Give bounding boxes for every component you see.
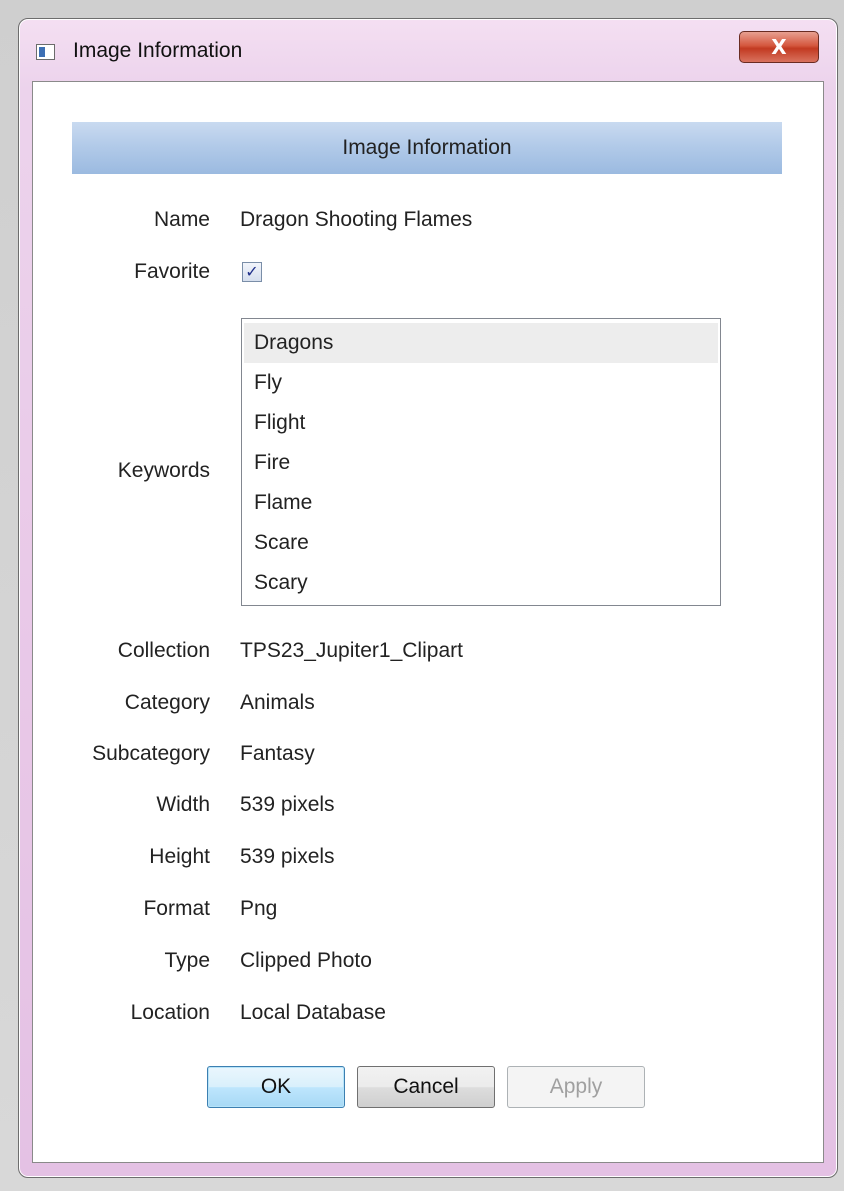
collection-label: Collection	[117, 639, 210, 662]
keyword-item[interactable]: Scare	[244, 523, 718, 563]
favorite-checkbox[interactable]: ✓	[242, 262, 262, 282]
checkmark-icon: ✓	[245, 262, 259, 281]
collection-value: TPS23_Jupiter1_Clipart	[240, 639, 463, 662]
section-header-title: Image Information	[342, 136, 512, 159]
location-value: Local Database	[240, 1001, 386, 1024]
keyword-item[interactable]: Fire	[244, 443, 718, 483]
format-label: Format	[143, 897, 210, 920]
height-label: Height	[149, 845, 210, 868]
cancel-button[interactable]: Cancel	[357, 1066, 495, 1108]
keywords-label: Keywords	[117, 459, 210, 482]
window-app-icon	[36, 44, 55, 60]
category-label: Category	[124, 691, 210, 714]
close-icon: X	[771, 35, 787, 59]
keyword-item[interactable]: Scary	[244, 563, 718, 603]
format-value: Png	[240, 897, 278, 920]
keywords-listbox[interactable]: Dragons Fly Flight Fire Flame Scare Scar…	[241, 318, 721, 606]
name-value: Dragon Shooting Flames	[240, 208, 473, 231]
keyword-item[interactable]: Flight	[244, 403, 718, 443]
type-value: Clipped Photo	[240, 949, 372, 972]
title-bar[interactable]: Image Information X	[19, 19, 837, 83]
height-value: 539 pixels	[240, 845, 335, 868]
width-value: 539 pixels	[240, 793, 335, 816]
apply-button[interactable]: Apply	[507, 1066, 645, 1108]
category-value: Animals	[240, 691, 315, 714]
location-label: Location	[130, 1001, 210, 1024]
subcategory-value: Fantasy	[240, 742, 315, 765]
type-label: Type	[164, 949, 210, 972]
ok-button[interactable]: OK	[207, 1066, 345, 1108]
subcategory-label: Subcategory	[92, 742, 210, 765]
keyword-item[interactable]: Dragons	[244, 323, 718, 363]
window-title: Image Information	[73, 39, 243, 62]
close-button[interactable]: X	[739, 31, 819, 63]
section-header: Image Information	[72, 122, 782, 174]
keyword-item[interactable]: Fly	[244, 363, 718, 403]
dialog-content: Image Information Name Dragon Shooting F…	[32, 81, 824, 1163]
image-information-dialog: Image Information X Image Information Na…	[18, 18, 838, 1178]
width-label: Width	[156, 793, 210, 816]
keyword-item[interactable]: Flame	[244, 483, 718, 523]
favorite-label: Favorite	[134, 260, 210, 283]
name-label: Name	[153, 208, 210, 231]
